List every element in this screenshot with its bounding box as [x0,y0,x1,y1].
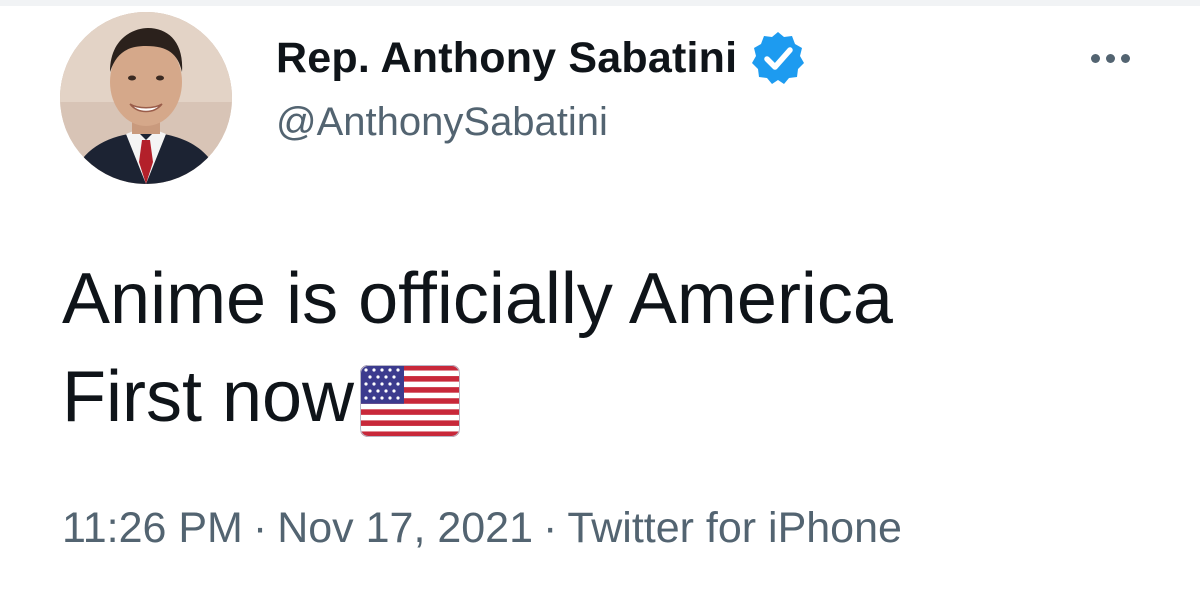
more-dot-icon [1105,53,1115,63]
tweet-text: Anime is officially America First now [62,250,1142,462]
more-dot-icon [1120,53,1130,63]
tweet-date[interactable]: Nov 17, 2021 [277,504,533,552]
avatar[interactable] [60,12,232,184]
more-dot-icon [1090,53,1100,63]
tweet-card: Rep. Anthony Sabatini @AnthonySabatini A… [0,0,1200,596]
meta-separator: · [252,504,268,552]
author-name-row: Rep. Anthony Sabatini [276,30,807,86]
tweet-time[interactable]: 11:26 PM [62,504,243,552]
more-options-button[interactable] [1078,34,1142,82]
tweet-body: Anime is officially America First now [62,259,893,437]
author-display-name[interactable]: Rep. Anthony Sabatini [276,34,737,83]
author-handle[interactable]: @AnthonySabatini [276,100,608,145]
us-flag-icon [360,364,461,462]
tweet-metadata: 11:26 PM · Nov 17, 2021 · Twitter for iPhone [62,504,902,553]
verified-badge-icon [749,29,807,87]
tweet-source-link[interactable]: Twitter for iPhone [567,504,902,552]
meta-separator: · [543,504,558,552]
profile-photo-icon [60,12,232,184]
